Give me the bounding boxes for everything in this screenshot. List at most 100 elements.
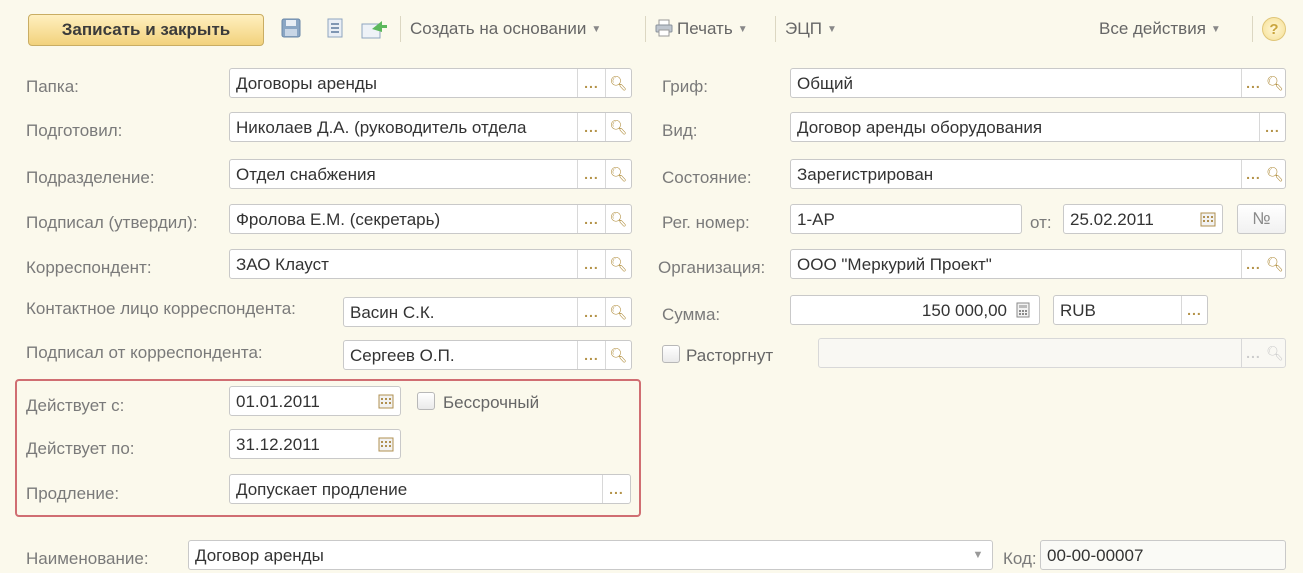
number-button[interactable]: № xyxy=(1237,204,1286,234)
contact-field[interactable]: Васин С.К. ... 🔍︎ xyxy=(343,297,632,327)
grif-value: Общий xyxy=(797,74,853,93)
calendar-icon xyxy=(378,437,394,452)
search-icon: 🔍︎ xyxy=(1266,74,1284,91)
state-value: Зарегистрирован xyxy=(797,165,934,184)
signed-value: Фролова Е.М. (секретарь) xyxy=(236,210,441,229)
calculator-button[interactable] xyxy=(1009,296,1037,324)
org-label: Организация: xyxy=(658,258,766,277)
select-button[interactable]: ... xyxy=(577,69,605,97)
regnum-field[interactable]: 1-АР xyxy=(790,204,1022,234)
correspondent-label: Корреспондент: xyxy=(26,258,152,277)
valid-to-value: 31.12.2011 xyxy=(236,435,320,454)
terminated-checkbox[interactable] xyxy=(662,345,680,363)
open-button[interactable]: 🔍︎ xyxy=(605,341,631,369)
send-icon[interactable] xyxy=(360,17,388,41)
chevron-down-icon: ▼ xyxy=(972,549,984,561)
open-button[interactable]: 🔍︎ xyxy=(1265,69,1285,97)
select-button[interactable]: ... xyxy=(577,113,605,141)
select-button[interactable]: ... xyxy=(577,205,605,233)
save-and-close-button[interactable]: Записать и закрыть xyxy=(28,14,264,46)
calendar-button[interactable] xyxy=(372,387,400,415)
calendar-button[interactable] xyxy=(372,430,400,458)
currency-value: RUB xyxy=(1060,301,1096,320)
ellipsis-icon: ... xyxy=(584,304,599,320)
eds-label: ЭЦП xyxy=(785,19,823,38)
select-button[interactable]: ... xyxy=(1241,250,1265,278)
ellipsis-icon: ... xyxy=(1187,302,1202,318)
all-actions-menu[interactable]: Все действия ▼ xyxy=(1099,19,1221,39)
ellipsis-icon: ... xyxy=(1246,166,1261,182)
department-field[interactable]: Отдел снабжения ... 🔍︎ xyxy=(229,159,632,189)
search-icon: 🔍︎ xyxy=(1266,255,1284,272)
calendar-icon xyxy=(1200,212,1216,227)
create-based-menu[interactable]: Создать на основании ▼ xyxy=(410,19,601,39)
chevron-down-icon: ▼ xyxy=(737,24,748,36)
open-button[interactable]: 🔍︎ xyxy=(605,205,631,233)
select-button[interactable]: ... xyxy=(577,160,605,188)
extension-value: Допускает продление xyxy=(236,480,408,499)
open-button[interactable]: 🔍︎ xyxy=(1265,250,1285,278)
signed-corr-label: Подписал от корреспондента: xyxy=(26,343,263,362)
select-button[interactable]: ... xyxy=(1181,296,1207,324)
search-icon: 🔍︎ xyxy=(609,165,628,182)
toolbar-separator xyxy=(400,16,401,42)
help-icon[interactable]: ? xyxy=(1262,17,1286,41)
code-value: 00-00-00007 xyxy=(1047,546,1144,565)
open-button[interactable]: 🔍︎ xyxy=(605,250,631,278)
code-field[interactable]: 00-00-00007 xyxy=(1040,540,1286,570)
org-field[interactable]: ООО "Меркурий Проект" ... 🔍︎ xyxy=(790,249,1286,279)
open-button[interactable]: 🔍︎ xyxy=(605,113,631,141)
calendar-icon xyxy=(378,394,394,409)
ellipsis-icon: ... xyxy=(584,211,599,227)
valid-from-field[interactable]: 01.01.2011 xyxy=(229,386,401,416)
name-field[interactable]: Договор аренды ▼ xyxy=(188,540,993,570)
toolbar-separator xyxy=(1252,16,1253,42)
kind-field[interactable]: Договор аренды оборудования ... xyxy=(790,112,1286,142)
select-button[interactable]: ... xyxy=(1241,69,1265,97)
open-button[interactable]: 🔍︎ xyxy=(605,69,631,97)
eds-menu[interactable]: ЭЦП ▼ xyxy=(785,19,837,39)
search-icon: 🔍︎ xyxy=(609,255,628,272)
dropdown-button[interactable]: ▼ xyxy=(964,541,992,569)
search-icon: 🔍︎ xyxy=(609,210,628,227)
reg-date-field[interactable]: 25.02.2011 xyxy=(1063,204,1223,234)
ellipsis-icon: ... xyxy=(584,166,599,182)
ellipsis-icon: ... xyxy=(584,347,599,363)
select-button[interactable]: ... xyxy=(1241,160,1265,188)
perpetual-checkbox[interactable] xyxy=(417,392,435,410)
select-button[interactable]: ... xyxy=(602,475,630,503)
valid-to-field[interactable]: 31.12.2011 xyxy=(229,429,401,459)
save-icon[interactable] xyxy=(280,17,302,41)
signed-corr-field[interactable]: Сергеев О.П. ... 🔍︎ xyxy=(343,340,632,370)
select-button[interactable]: ... xyxy=(577,250,605,278)
correspondent-field[interactable]: ЗАО Клауст ... 🔍︎ xyxy=(229,249,632,279)
calendar-button[interactable] xyxy=(1194,205,1222,233)
signed-field[interactable]: Фролова Е.М. (секретарь) ... 🔍︎ xyxy=(229,204,632,234)
prepared-field[interactable]: Николаев Д.А. (руководитель отдела ... 🔍… xyxy=(229,112,632,142)
grif-field[interactable]: Общий ... 🔍︎ xyxy=(790,68,1286,98)
list-icon[interactable] xyxy=(325,17,347,41)
signed-label: Подписал (утвердил): xyxy=(26,213,198,232)
select-button[interactable]: ... xyxy=(577,341,605,369)
folder-field[interactable]: Договоры аренды ... 🔍︎ xyxy=(229,68,632,98)
regnum-label: Рег. номер: xyxy=(662,213,750,232)
print-menu[interactable]: Печать ▼ xyxy=(655,19,748,42)
calculator-icon xyxy=(1016,302,1030,318)
sum-label: Сумма: xyxy=(662,305,721,324)
chevron-down-icon: ▼ xyxy=(1210,24,1221,36)
select-button[interactable]: ... xyxy=(577,298,605,326)
ellipsis-icon: ... xyxy=(584,256,599,272)
open-button[interactable]: 🔍︎ xyxy=(605,160,631,188)
sum-value: 150 000,00 xyxy=(921,301,1007,320)
chevron-down-icon: ▼ xyxy=(827,24,837,36)
open-button[interactable]: 🔍︎ xyxy=(1265,160,1285,188)
create-based-label: Создать на основании xyxy=(410,19,587,38)
open-button[interactable]: 🔍︎ xyxy=(605,298,631,326)
extension-field[interactable]: Допускает продление ... xyxy=(229,474,631,504)
sum-field[interactable]: 150 000,00 xyxy=(790,295,1040,325)
select-button[interactable]: ... xyxy=(1259,113,1285,141)
ellipsis-icon: ... xyxy=(1246,345,1261,361)
prepared-label: Подготовил: xyxy=(26,121,123,140)
state-field[interactable]: Зарегистрирован ... 🔍︎ xyxy=(790,159,1286,189)
currency-field[interactable]: RUB ... xyxy=(1053,295,1208,325)
